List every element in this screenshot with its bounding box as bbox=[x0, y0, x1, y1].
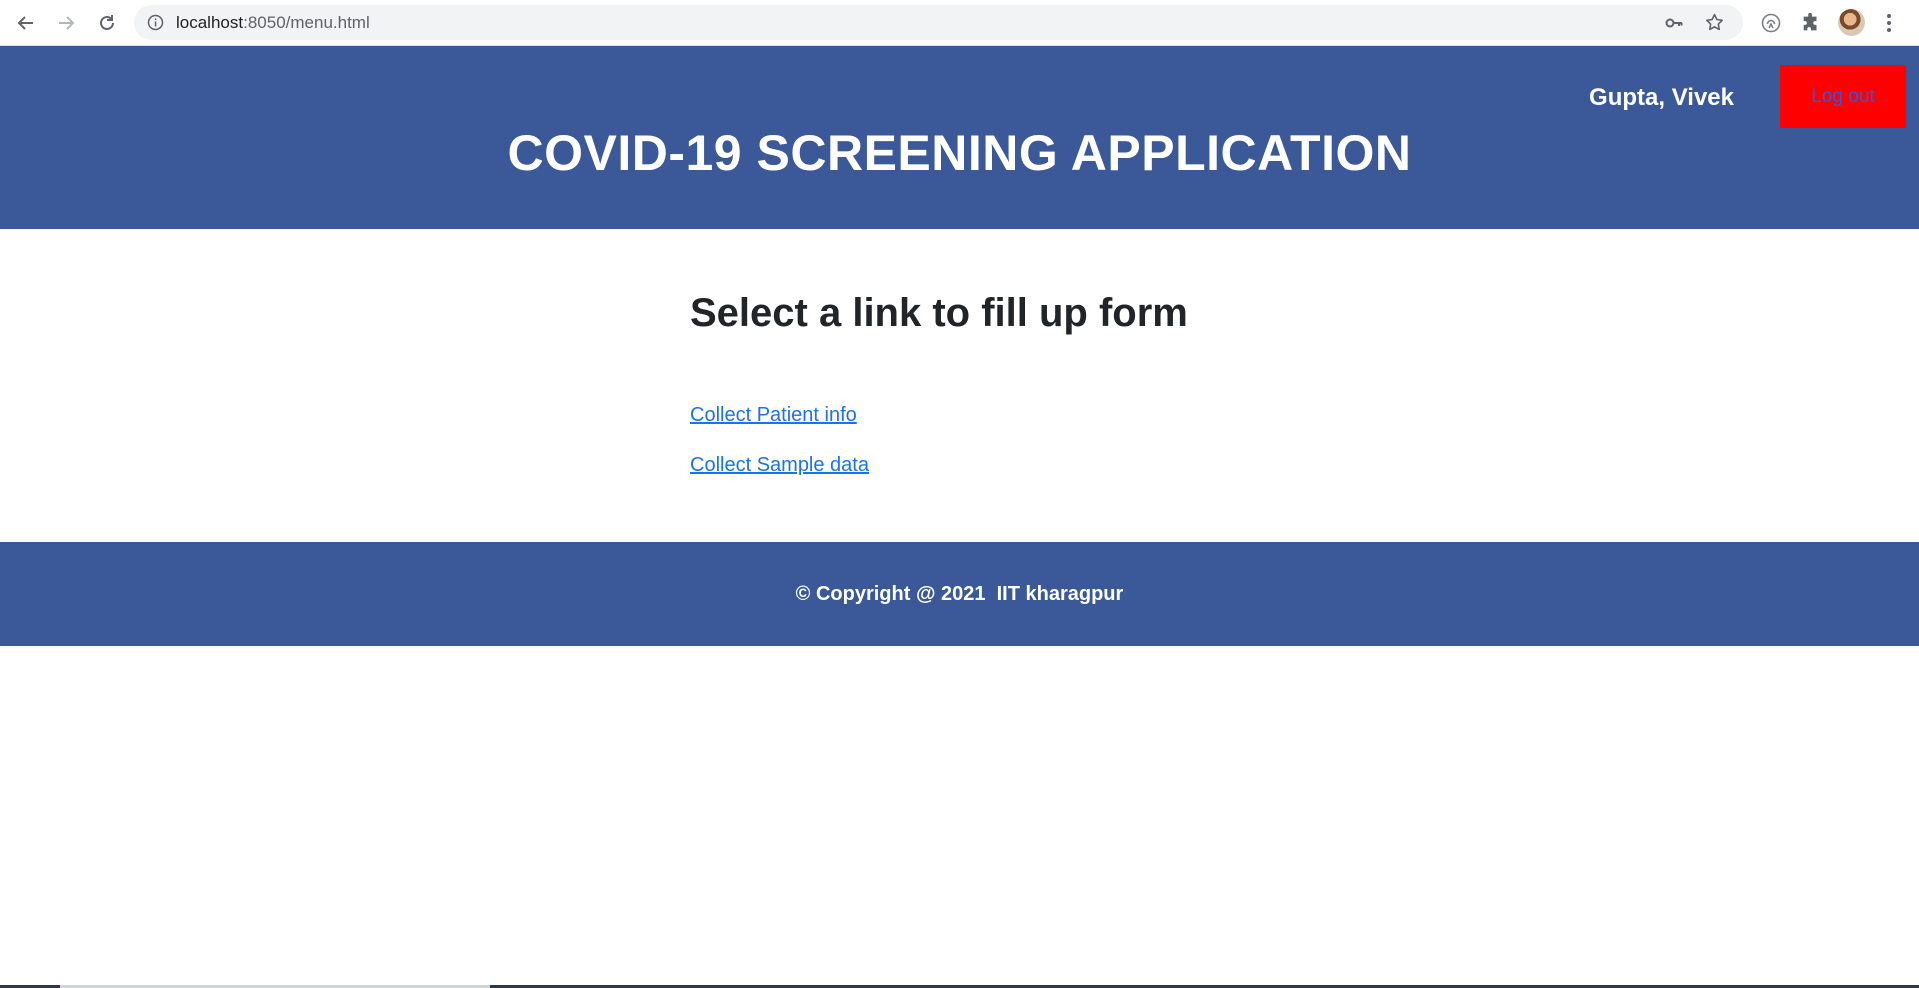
media-router-button[interactable] bbox=[1759, 11, 1783, 35]
extensions-button[interactable] bbox=[1799, 11, 1823, 35]
info-icon[interactable] bbox=[147, 14, 164, 31]
section-heading: Select a link to fill up form bbox=[690, 291, 1188, 335]
site-footer: © Copyright @ 2021 IIT kharagpur bbox=[0, 542, 1919, 646]
puzzle-icon bbox=[1803, 12, 1817, 31]
arrow-right-icon bbox=[59, 16, 75, 30]
reload-icon bbox=[100, 15, 114, 30]
browser-menu-button[interactable] bbox=[1884, 11, 1894, 35]
url-path: :8050/menu.html bbox=[243, 13, 370, 32]
url-text[interactable]: localhost:8050/menu.html bbox=[176, 13, 370, 33]
logout-button[interactable]: Log out bbox=[1780, 65, 1906, 128]
main-content: Select a link to fill up form Collect Pa… bbox=[690, 229, 1390, 542]
copyright-text: © Copyright @ 2021 IIT kharagpur bbox=[795, 583, 1124, 605]
back-button[interactable] bbox=[13, 10, 39, 36]
collect-sample-data-link[interactable]: Collect Sample data bbox=[690, 453, 869, 477]
page-title: COVID-19 SCREENING APPLICATION bbox=[507, 125, 1412, 181]
user-name: Gupta, Vivek bbox=[1589, 84, 1734, 111]
kebab-menu-icon bbox=[1887, 14, 1891, 32]
forward-button[interactable] bbox=[53, 10, 79, 36]
url-host: localhost bbox=[176, 13, 244, 32]
star-icon[interactable] bbox=[1704, 12, 1725, 33]
arrow-left-icon bbox=[17, 16, 33, 30]
site-header: Gupta, Vivek Log out COVID-19 SCREENING … bbox=[0, 46, 1919, 229]
key-icon[interactable] bbox=[1664, 13, 1684, 33]
media-router-icon bbox=[1761, 13, 1781, 33]
reload-button[interactable] bbox=[94, 10, 120, 36]
avatar[interactable] bbox=[1838, 9, 1865, 36]
address-bar[interactable]: localhost:8050/menu.html bbox=[134, 5, 1743, 40]
browser-toolbar: localhost:8050/menu.html bbox=[0, 0, 1919, 46]
collect-patient-info-link[interactable]: Collect Patient info bbox=[690, 403, 857, 427]
